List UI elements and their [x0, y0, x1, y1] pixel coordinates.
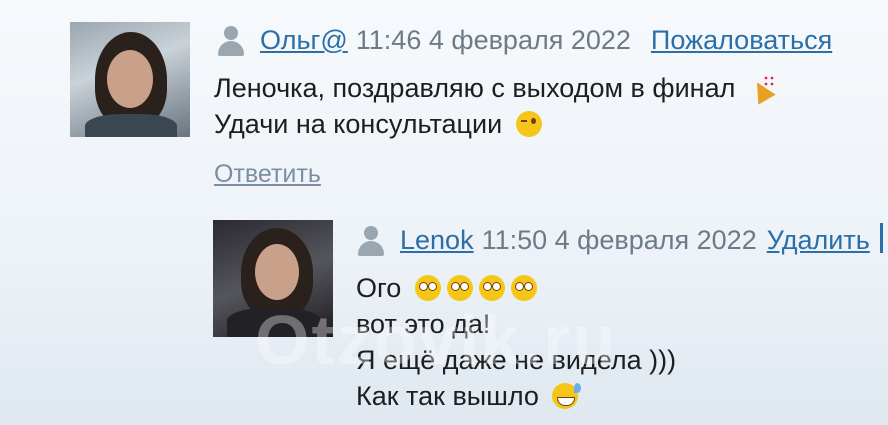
- watermark: Otzovik.ru: [255, 301, 618, 379]
- wink-emoji-icon: [515, 111, 542, 137]
- flushed-emoji-icon: [510, 275, 537, 301]
- comment-text: Леночка, поздравляю с выходом в финал Уд…: [214, 70, 775, 142]
- timestamp: 11:46 4 февраля 2022: [355, 25, 631, 55]
- report-link[interactable]: Пожаловаться: [651, 25, 832, 56]
- user-icon: [356, 225, 386, 256]
- flushed-emoji-icon: [446, 275, 473, 301]
- text-line: Как так вышло: [356, 381, 539, 411]
- flushed-emoji-icon: [478, 275, 505, 301]
- party-popper-icon: [749, 75, 775, 101]
- comment-meta: Ольг@ 11:46 4 февраля 2022 Пожаловаться: [216, 25, 832, 56]
- text-line: Ого: [356, 273, 402, 303]
- user-icon: [216, 25, 246, 56]
- delete-link[interactable]: Удалить: [767, 225, 870, 256]
- avatar-olga[interactable]: [70, 22, 190, 137]
- text-line: Леночка, поздравляю с выходом в финал: [214, 73, 736, 103]
- author-link[interactable]: Lenok: [400, 225, 474, 256]
- reply-link[interactable]: Ответить: [214, 160, 321, 189]
- sweat-smile-emoji-icon: [552, 383, 582, 409]
- comment-meta: Lenok 11:50 4 февраля 2022 Удалить: [356, 225, 870, 256]
- text-line: Удачи на консультации: [214, 109, 503, 139]
- timestamp: 11:50 4 февраля 2022: [481, 225, 757, 255]
- truncated-link[interactable]: [880, 223, 888, 253]
- author-link[interactable]: Ольг@: [260, 25, 348, 56]
- flushed-emoji-icon: [414, 275, 441, 301]
